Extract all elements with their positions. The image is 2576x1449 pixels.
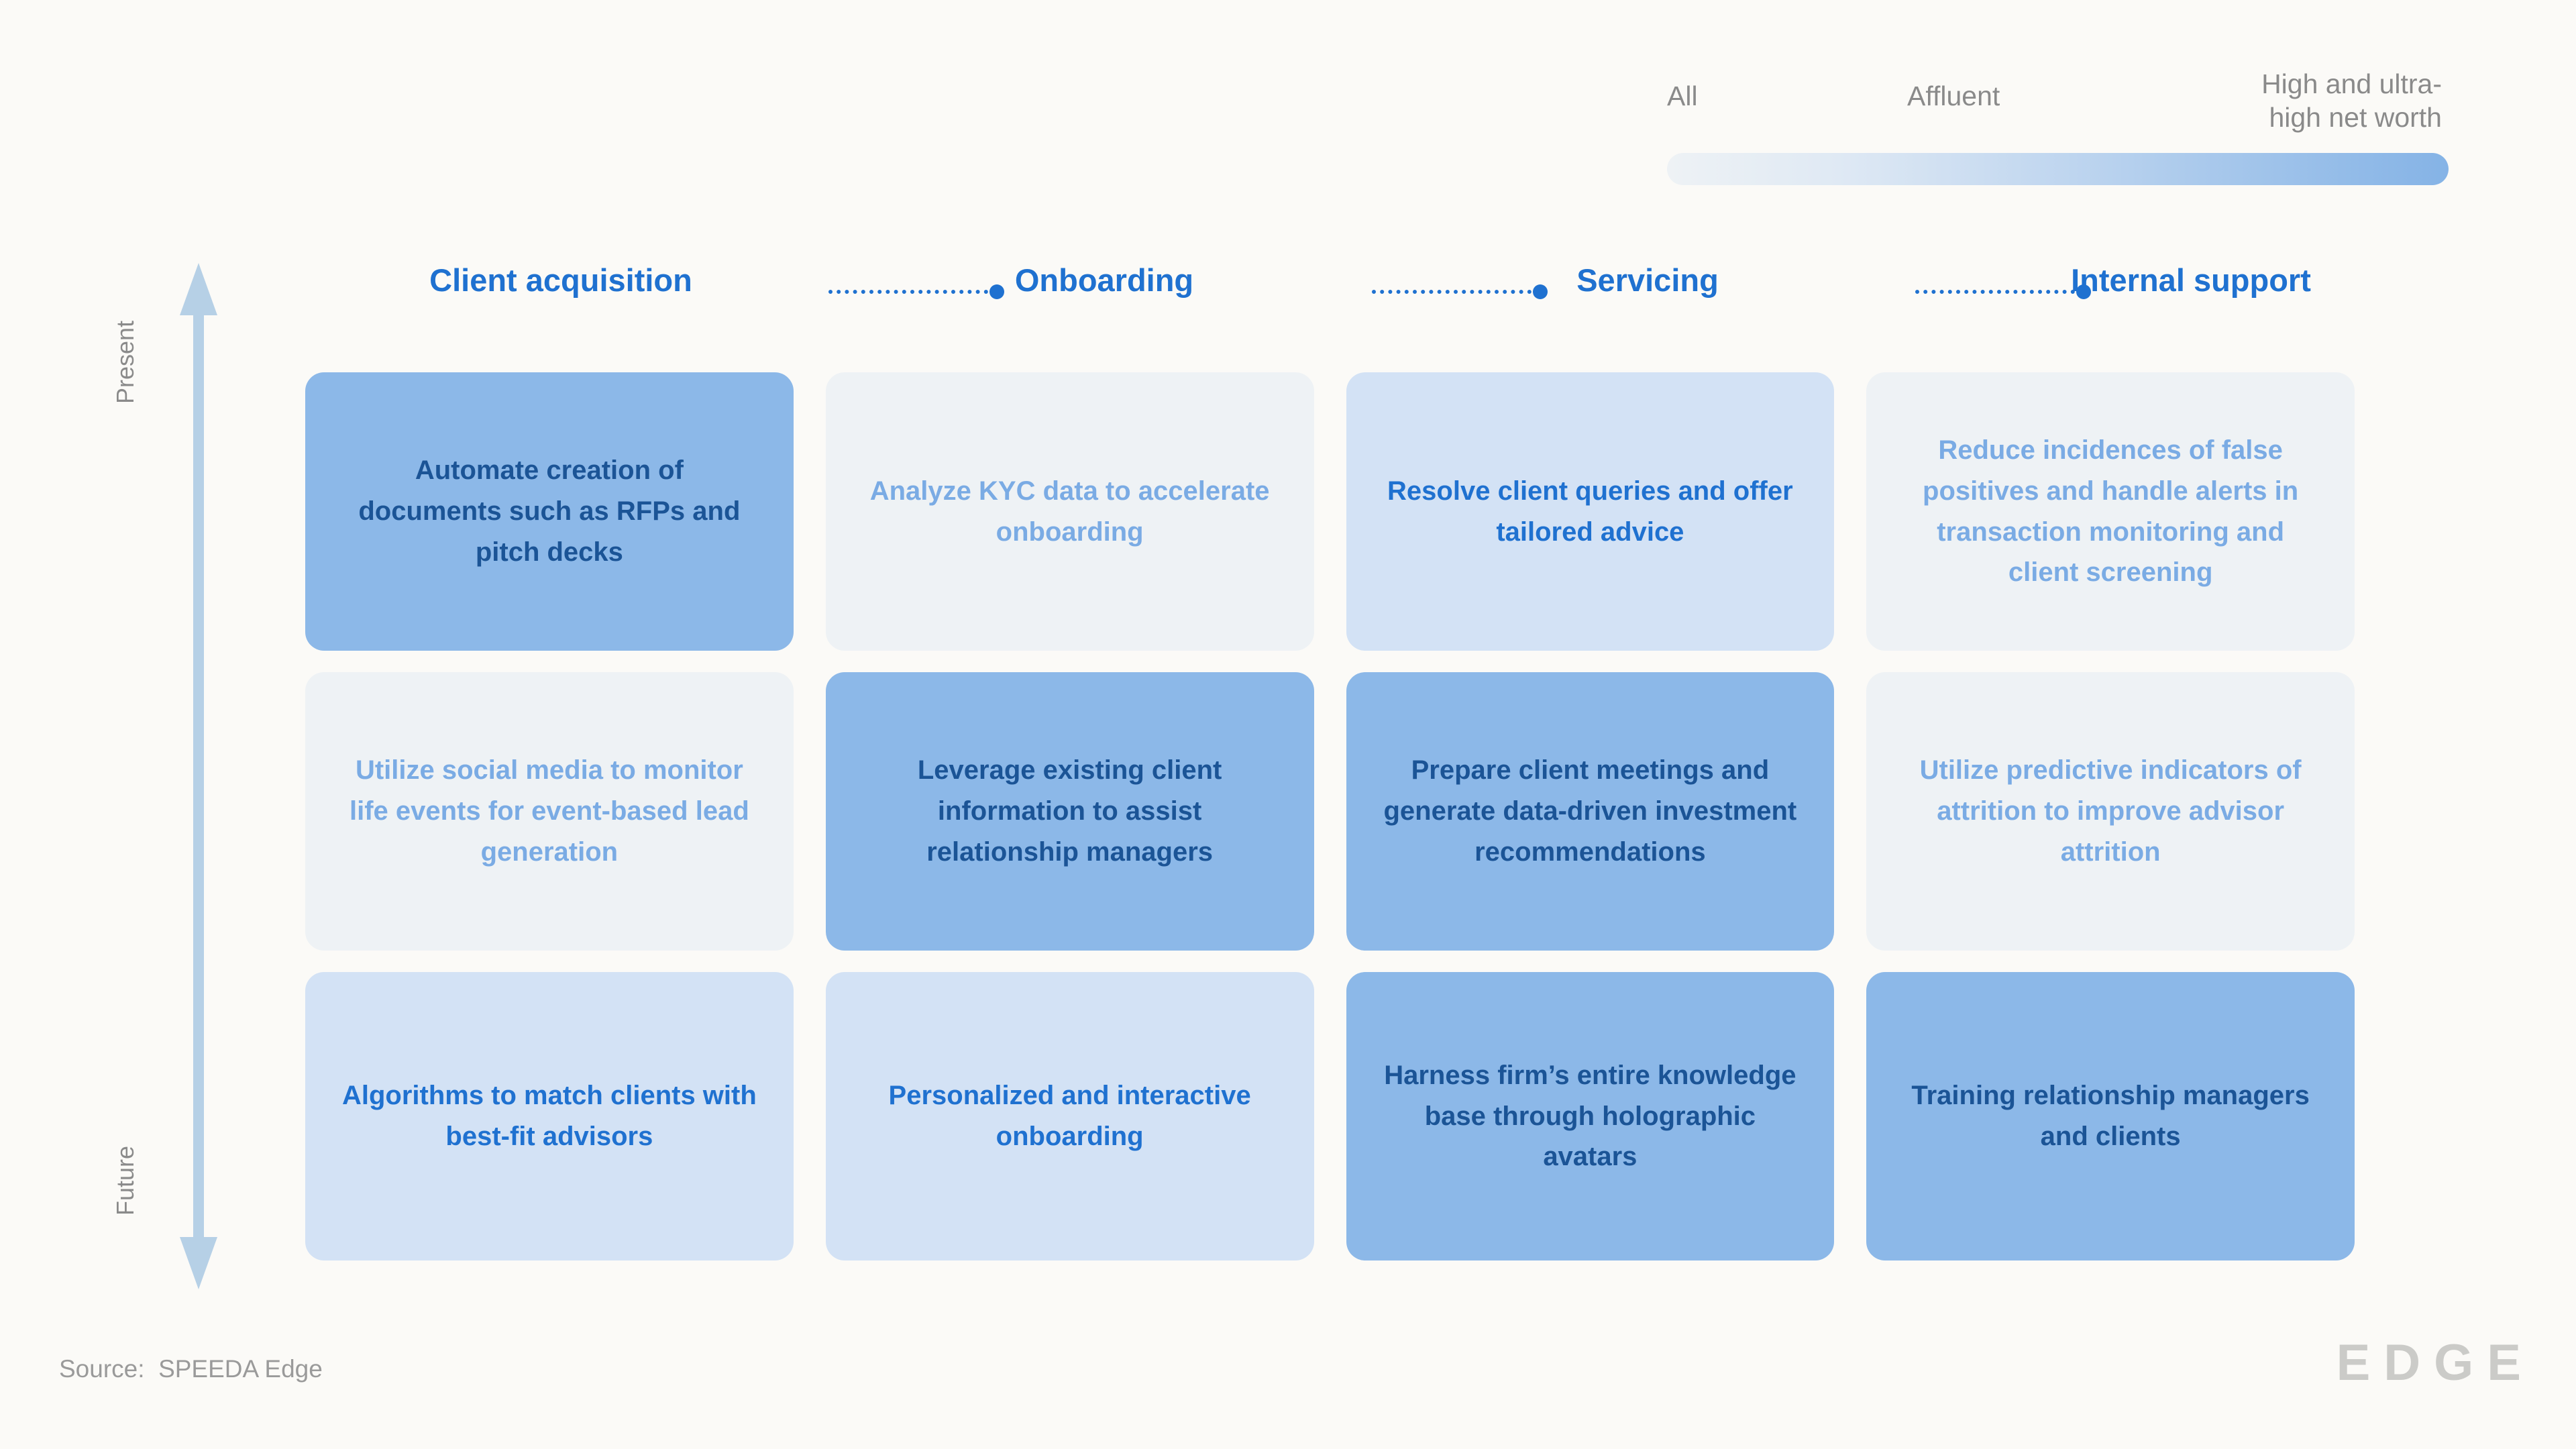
use-case-card[interactable]: Leverage existing client information to … xyxy=(825,672,1314,951)
use-case-card-text: Resolve client queries and offer tailore… xyxy=(1387,476,1793,547)
legend-label-affluent: Affluent xyxy=(1907,80,2000,111)
use-case-card-text: Prepare client meetings and generate dat… xyxy=(1383,755,1797,867)
use-case-card-text: Training relationship managers and clien… xyxy=(1911,1081,2310,1151)
use-case-card-text: Leverage existing client information to … xyxy=(917,755,1222,867)
use-case-card-text: Automate creation of documents such as R… xyxy=(358,455,741,567)
use-case-card-text: Reduce incidences of false positives and… xyxy=(1923,435,2299,588)
use-case-card[interactable]: Analyze KYC data to accelerate onboardin… xyxy=(825,372,1314,651)
legend-gradient-bar xyxy=(1667,153,2449,185)
use-case-card[interactable]: Reduce incidences of false positives and… xyxy=(1866,372,2355,651)
column-header-row: Client acquisition Onboarding Servicing … xyxy=(305,262,2355,315)
use-case-card-text: Utilize social media to monitor life eve… xyxy=(349,755,749,867)
column-header-internal-support: Internal support xyxy=(2071,262,2311,298)
use-case-card[interactable]: Algorithms to match clients with best-fi… xyxy=(305,972,794,1260)
use-case-matrix: Automate creation of documents such as R… xyxy=(305,372,2355,1275)
use-case-card-text: Personalized and interactive onboarding xyxy=(888,1081,1251,1151)
legend-label-high-net-worth: High and ultra- high net worth xyxy=(2261,68,2442,133)
use-case-card[interactable]: Automate creation of documents such as R… xyxy=(305,372,794,651)
use-case-card[interactable]: Prepare client meetings and generate dat… xyxy=(1346,672,1835,951)
use-case-card[interactable]: Utilize predictive indicators of attriti… xyxy=(1866,672,2355,951)
axis-label-future: Future xyxy=(111,1145,139,1216)
wealth-segment-legend: All Affluent High and ultra- high net wo… xyxy=(1667,67,2449,188)
legend-label-all: All xyxy=(1667,80,1698,111)
legend-label-group: All Affluent High and ultra- high net wo… xyxy=(1667,67,2449,141)
column-header-onboarding: Onboarding xyxy=(1014,262,1194,298)
use-case-card[interactable]: Harness firm’s entire knowledge base thr… xyxy=(1346,972,1835,1260)
use-case-card-text: Analyze KYC data to accelerate onboardin… xyxy=(869,476,1270,547)
edge-wordmark-logo: EDGE xyxy=(2336,1334,2534,1391)
use-case-card[interactable]: Personalized and interactive onboarding xyxy=(825,972,1314,1260)
axis-label-present: Present xyxy=(111,320,139,404)
use-case-card[interactable]: Resolve client queries and offer tailore… xyxy=(1346,372,1835,651)
present-future-double-arrow-icon xyxy=(180,263,217,1289)
source-attribution: Source: SPEEDA Edge xyxy=(59,1355,323,1383)
use-case-card-text: Utilize predictive indicators of attriti… xyxy=(1919,755,2302,867)
column-header-servicing: Servicing xyxy=(1576,262,1719,298)
use-case-card[interactable]: Utilize social media to monitor life eve… xyxy=(305,672,794,951)
use-case-card-text: Harness firm’s entire knowledge base thr… xyxy=(1384,1060,1796,1172)
use-case-card-text: Algorithms to match clients with best-fi… xyxy=(341,1081,757,1151)
time-axis: Present Future xyxy=(111,263,221,1289)
column-header-client-acquisition: Client acquisition xyxy=(429,262,692,298)
use-case-card[interactable]: Training relationship managers and clien… xyxy=(1866,972,2355,1260)
